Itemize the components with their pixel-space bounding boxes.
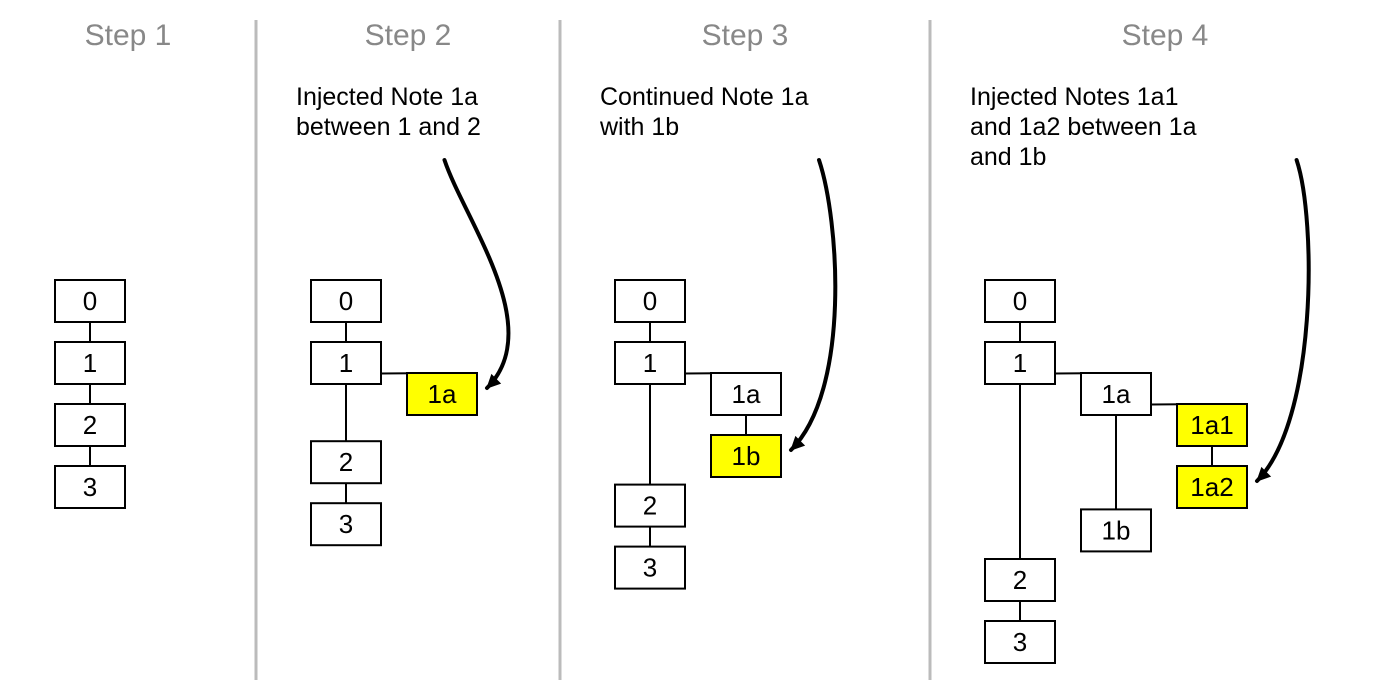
step-panel: Step 4 Injected Notes 1a1and 1a2 between … — [970, 19, 1309, 663]
tree-node: 0 — [55, 280, 125, 322]
step-panel: Step 2 Injected Note 1abetween 1 and 2 0 1 1… — [296, 19, 509, 545]
tree-node: 1 — [55, 342, 125, 384]
tree-node: 1 — [615, 342, 685, 384]
tree-node: 2 — [55, 404, 125, 446]
tree-node-label: 2 — [1013, 565, 1027, 595]
tree-node-label: 0 — [339, 286, 353, 316]
tree-node-label: 0 — [83, 286, 97, 316]
tree-node-label: 1a1 — [1190, 410, 1233, 440]
step-title: Step 3 — [702, 19, 789, 52]
tree-node: 2 — [615, 485, 685, 527]
tree-node-label: 1 — [339, 348, 353, 378]
tree-node: 1b — [711, 435, 781, 477]
annotation-arrow — [444, 160, 508, 388]
tree-node-label: 3 — [339, 509, 353, 539]
step-title: Step 1 — [85, 19, 172, 52]
tree-node: 1 — [311, 342, 381, 384]
tree-node: 0 — [615, 280, 685, 322]
tree-node: 1a2 — [1177, 466, 1247, 508]
tree-node: 1a — [711, 373, 781, 415]
tree-node: 3 — [311, 503, 381, 545]
annotation-arrow — [791, 160, 835, 450]
tree-node-label: 2 — [339, 447, 353, 477]
tree-node: 3 — [615, 547, 685, 589]
tree-node-label: 0 — [1013, 286, 1027, 316]
tree-node: 3 — [55, 466, 125, 508]
tree-node: 0 — [985, 280, 1055, 322]
tree-node-label: 0 — [643, 286, 657, 316]
tree-node: 1a — [407, 373, 477, 415]
tree-node: 1a — [1081, 373, 1151, 415]
tree-node-label: 1a — [1102, 379, 1131, 409]
tree-node: 1a1 — [1177, 404, 1247, 446]
tree-node: 2 — [311, 441, 381, 483]
tree-node: 2 — [985, 559, 1055, 601]
tree-node-label: 1a — [732, 379, 761, 409]
step-caption: Continued Note 1awith 1b — [599, 83, 809, 141]
tree-node-label: 3 — [83, 472, 97, 502]
step-title: Step 2 — [365, 19, 452, 52]
tree-node-label: 2 — [643, 490, 657, 520]
tree-node-label: 1b — [1102, 515, 1131, 545]
tree-node-label: 1a2 — [1190, 472, 1233, 502]
step-panel: Step 3 Continued Note 1awith 1b 0 1 1a 1b 2 3 — [599, 19, 835, 589]
tree-node-label: 1b — [732, 441, 761, 471]
step-caption: Injected Notes 1a1and 1a2 between 1aand … — [970, 83, 1197, 171]
tree-node-label: 1 — [643, 348, 657, 378]
step-panel: Step 1 0 1 2 3 — [55, 19, 171, 508]
tree-node: 3 — [985, 621, 1055, 663]
tree-node: 0 — [311, 280, 381, 322]
tree-node-label: 3 — [1013, 627, 1027, 657]
annotation-arrow — [1257, 160, 1309, 481]
tree-node-label: 1a — [428, 379, 457, 409]
tree-node-label: 2 — [83, 410, 97, 440]
step-title: Step 4 — [1122, 19, 1209, 52]
tree-node: 1b — [1081, 509, 1151, 551]
tree-node-label: 1 — [1013, 348, 1027, 378]
tree-node-label: 1 — [83, 348, 97, 378]
tree-node: 1 — [985, 342, 1055, 384]
tree-node-label: 3 — [643, 552, 657, 582]
step-caption: Injected Note 1abetween 1 and 2 — [296, 83, 481, 141]
